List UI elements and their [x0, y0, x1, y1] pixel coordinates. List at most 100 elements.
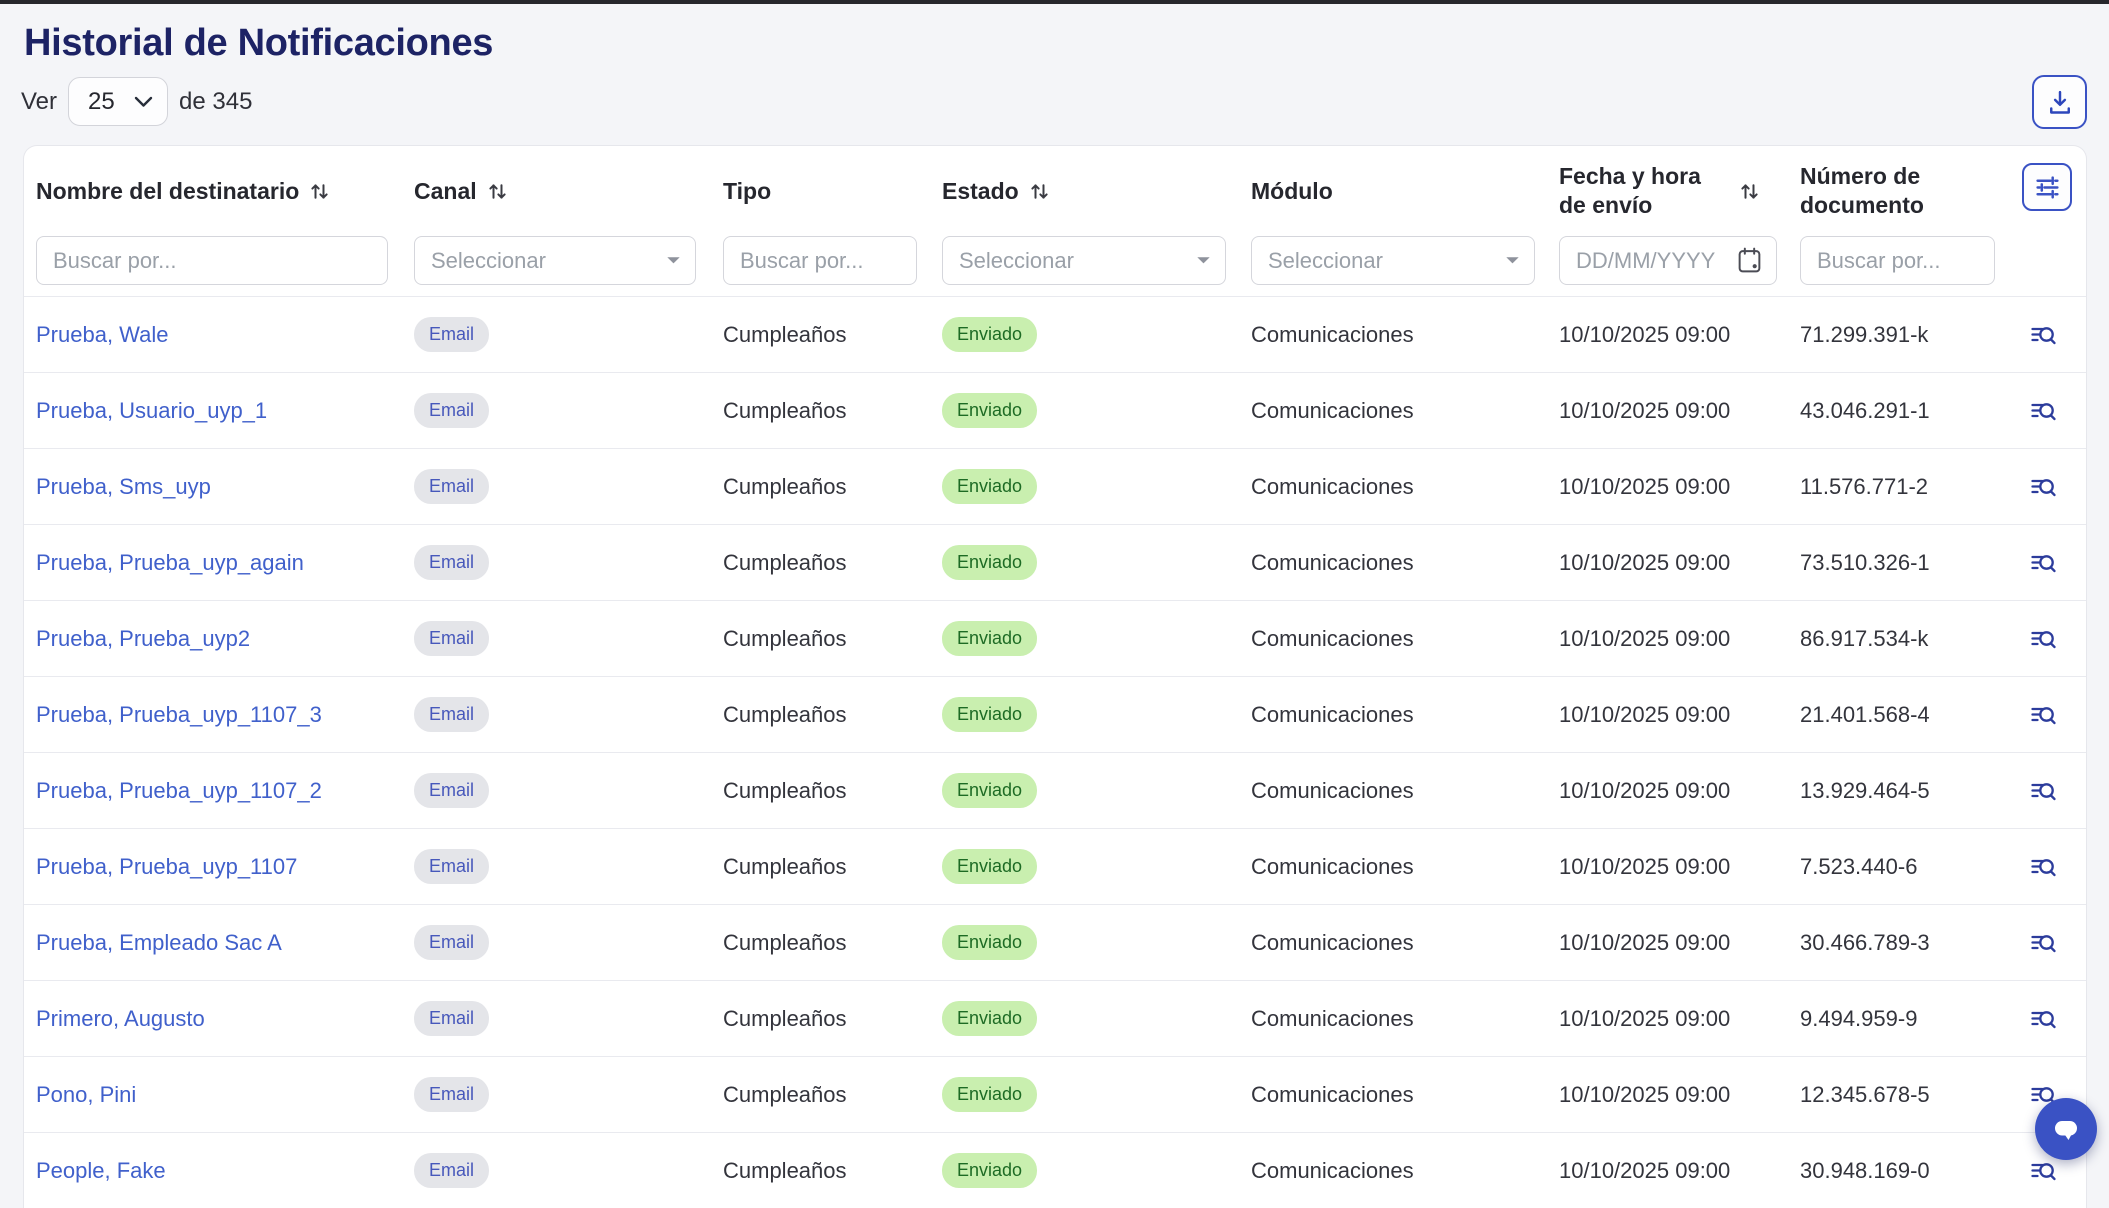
- total-count-label: de 345: [179, 88, 252, 116]
- column-header-channel[interactable]: Canal: [414, 146, 723, 236]
- filter-channel-select[interactable]: Seleccionar: [414, 236, 696, 285]
- module-cell: Comunicaciones: [1251, 1158, 1559, 1184]
- column-label: Número de documento: [1800, 162, 1935, 220]
- row-detail-button[interactable]: [2025, 393, 2061, 429]
- row-detail-button[interactable]: [2025, 469, 2061, 505]
- filter-cell-sent_at: DD/MM/YYYY: [1559, 236, 1800, 285]
- channel-badge: Email: [414, 621, 489, 657]
- sort-arrows-icon[interactable]: [487, 181, 508, 202]
- sent-datetime-cell: 10/10/2025 09:00: [1559, 1006, 1800, 1032]
- row-detail-button[interactable]: [2025, 545, 2061, 581]
- recipient-name-link[interactable]: Prueba, Empleado Sac A: [36, 930, 282, 955]
- sent-datetime-cell: 10/10/2025 09:00: [1559, 550, 1800, 576]
- row-detail-button[interactable]: [2025, 849, 2061, 885]
- filter-sent_at-date-input[interactable]: DD/MM/YYYY: [1559, 236, 1777, 285]
- recipient-name-link[interactable]: Prueba, Prueba_uyp_1107: [36, 854, 297, 879]
- type-cell: Cumpleaños: [723, 1082, 942, 1108]
- row-detail-button[interactable]: [2025, 697, 2061, 733]
- download-icon: [2046, 88, 2074, 116]
- column-header-status[interactable]: Estado: [942, 146, 1251, 236]
- sort-arrows-icon[interactable]: [1029, 181, 1050, 202]
- download-button[interactable]: [2032, 75, 2087, 129]
- filter-cell-type: [723, 236, 942, 285]
- column-label: Estado: [942, 177, 1019, 206]
- document-number-cell: 30.948.169-0: [1800, 1158, 2014, 1184]
- row-detail-button[interactable]: [2025, 925, 2061, 961]
- status-badge: Enviado: [942, 1077, 1037, 1113]
- document-number-cell: 9.494.959-9: [1800, 1006, 2014, 1032]
- sent-datetime-cell: 10/10/2025 09:00: [1559, 854, 1800, 880]
- sort-arrows-icon[interactable]: [309, 181, 330, 202]
- module-cell: Comunicaciones: [1251, 778, 1559, 804]
- sent-datetime-cell: 10/10/2025 09:00: [1559, 1158, 1800, 1184]
- recipient-name-link[interactable]: Prueba, Sms_uyp: [36, 474, 211, 499]
- channel-badge: Email: [414, 1001, 489, 1037]
- table-row: Prueba, Sms_uypEmailCumpleañosEnviadoCom…: [24, 448, 2086, 524]
- status-badge: Enviado: [942, 925, 1037, 961]
- page-size-value: 25: [88, 88, 115, 116]
- filter-status-select[interactable]: Seleccionar: [942, 236, 1226, 285]
- type-cell: Cumpleaños: [723, 854, 942, 880]
- chat-button[interactable]: [2035, 1098, 2097, 1160]
- list-search-icon: [2029, 777, 2057, 805]
- status-badge: Enviado: [942, 545, 1037, 581]
- column-settings-button[interactable]: [2022, 163, 2072, 211]
- column-label: Módulo: [1251, 177, 1333, 206]
- list-search-icon: [2029, 701, 2057, 729]
- caret-down-icon: [1196, 256, 1211, 265]
- table-row: Prueba, Prueba_uyp_againEmailCumpleañosE…: [24, 524, 2086, 600]
- sort-arrows-icon[interactable]: [1739, 181, 1760, 202]
- filter-document-input[interactable]: [1800, 236, 1995, 285]
- column-header-sent_at[interactable]: Fecha y hora de envío: [1559, 146, 1800, 236]
- recipient-name-link[interactable]: Prueba, Usuario_uyp_1: [36, 398, 267, 423]
- table-row: Prueba, WaleEmailCumpleañosEnviadoComuni…: [24, 296, 2086, 372]
- list-search-icon: [2029, 929, 2057, 957]
- document-number-cell: 7.523.440-6: [1800, 854, 2014, 880]
- channel-badge: Email: [414, 469, 489, 505]
- recipient-name-link[interactable]: Prueba, Wale: [36, 322, 168, 347]
- caret-down-icon: [1505, 256, 1520, 265]
- module-cell: Comunicaciones: [1251, 854, 1559, 880]
- recipient-name-link[interactable]: Prueba, Prueba_uyp_1107_2: [36, 778, 322, 803]
- recipient-name-link[interactable]: Pono, Pini: [36, 1082, 136, 1107]
- window-top-edge: [0, 0, 2109, 4]
- table-row: People, FakeEmailCumpleañosEnviadoComuni…: [24, 1132, 2086, 1208]
- module-cell: Comunicaciones: [1251, 322, 1559, 348]
- recipient-name-link[interactable]: Prueba, Prueba_uyp2: [36, 626, 250, 651]
- page-size-toolbar: Ver 25 de 345: [21, 77, 252, 126]
- row-detail-button[interactable]: [2025, 773, 2061, 809]
- status-badge: Enviado: [942, 393, 1037, 429]
- sent-datetime-cell: 10/10/2025 09:00: [1559, 778, 1800, 804]
- recipient-name-link[interactable]: Prueba, Prueba_uyp_1107_3: [36, 702, 322, 727]
- document-number-cell: 73.510.326-1: [1800, 550, 2014, 576]
- recipient-name-link[interactable]: Primero, Augusto: [36, 1006, 205, 1031]
- table-row: Prueba, Prueba_uyp_1107_3EmailCumpleaños…: [24, 676, 2086, 752]
- list-search-icon: [2029, 321, 2057, 349]
- table-row: Prueba, Usuario_uyp_1EmailCumpleañosEnvi…: [24, 372, 2086, 448]
- recipient-name-link[interactable]: Prueba, Prueba_uyp_again: [36, 550, 304, 575]
- show-label: Ver: [21, 88, 57, 116]
- row-detail-button[interactable]: [2025, 621, 2061, 657]
- filter-type-input[interactable]: [723, 236, 917, 285]
- status-badge: Enviado: [942, 621, 1037, 657]
- document-number-cell: 86.917.534-k: [1800, 626, 2014, 652]
- status-badge: Enviado: [942, 773, 1037, 809]
- select-placeholder: Seleccionar: [1268, 248, 1383, 274]
- filter-module-select[interactable]: Seleccionar: [1251, 236, 1535, 285]
- module-cell: Comunicaciones: [1251, 1006, 1559, 1032]
- row-detail-button[interactable]: [2025, 1001, 2061, 1037]
- module-cell: Comunicaciones: [1251, 702, 1559, 728]
- row-detail-button[interactable]: [2025, 317, 2061, 353]
- date-placeholder: DD/MM/YYYY: [1576, 248, 1715, 274]
- type-cell: Cumpleaños: [723, 322, 942, 348]
- list-search-icon: [2029, 473, 2057, 501]
- column-header-name[interactable]: Nombre del destinatario: [36, 146, 414, 236]
- status-badge: Enviado: [942, 849, 1037, 885]
- recipient-name-link[interactable]: People, Fake: [36, 1158, 166, 1183]
- channel-badge: Email: [414, 849, 489, 885]
- document-number-cell: 11.576.771-2: [1800, 474, 2014, 500]
- channel-badge: Email: [414, 697, 489, 733]
- filter-name-input[interactable]: [36, 236, 388, 285]
- module-cell: Comunicaciones: [1251, 930, 1559, 956]
- page-size-select[interactable]: 25: [68, 77, 168, 126]
